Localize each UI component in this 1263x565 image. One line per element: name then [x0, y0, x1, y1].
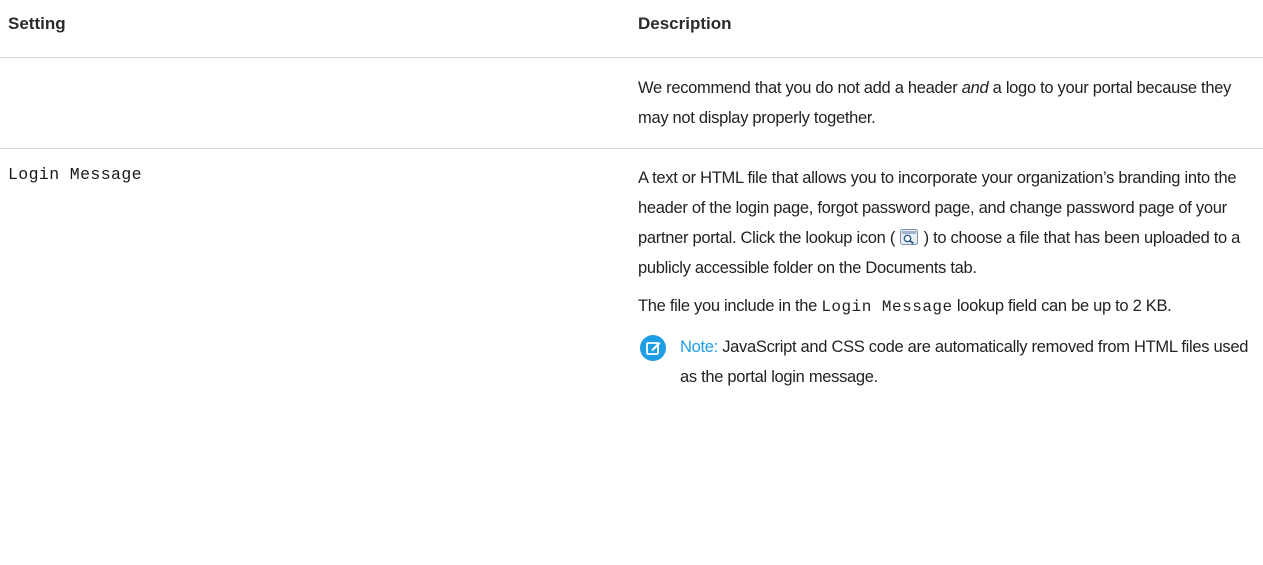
table-row-2-description: A text or HTML file that allows you to i…: [638, 163, 1258, 392]
note-label: Note:: [680, 338, 718, 356]
row-divider: [0, 148, 1263, 149]
header-divider: [0, 57, 1263, 58]
note-text: Note: JavaScript and CSS code are automa…: [680, 338, 1249, 386]
setting-name-login-message: Login Message: [8, 165, 142, 184]
description-paragraph: A text or HTML file that allows you to i…: [638, 169, 1241, 277]
inline-code: Login Message: [821, 298, 953, 316]
lookup-icon: [900, 225, 919, 245]
note-icon: [640, 335, 666, 361]
column-header-description: Description: [638, 14, 732, 33]
note-callout: Note: JavaScript and CSS code are automa…: [638, 332, 1258, 392]
emphasis-text: and: [961, 79, 989, 97]
description-paragraph: We recommend that you do not add a heade…: [638, 79, 1232, 127]
settings-table: Setting Description We recommend that yo…: [0, 0, 1263, 386]
column-header-setting: Setting: [8, 14, 66, 33]
table-header-row: Setting Description: [0, 0, 1263, 58]
table-row-1-description: We recommend that you do not add a heade…: [638, 73, 1258, 133]
description-paragraph: The file you include in the Login Messag…: [638, 297, 1172, 316]
